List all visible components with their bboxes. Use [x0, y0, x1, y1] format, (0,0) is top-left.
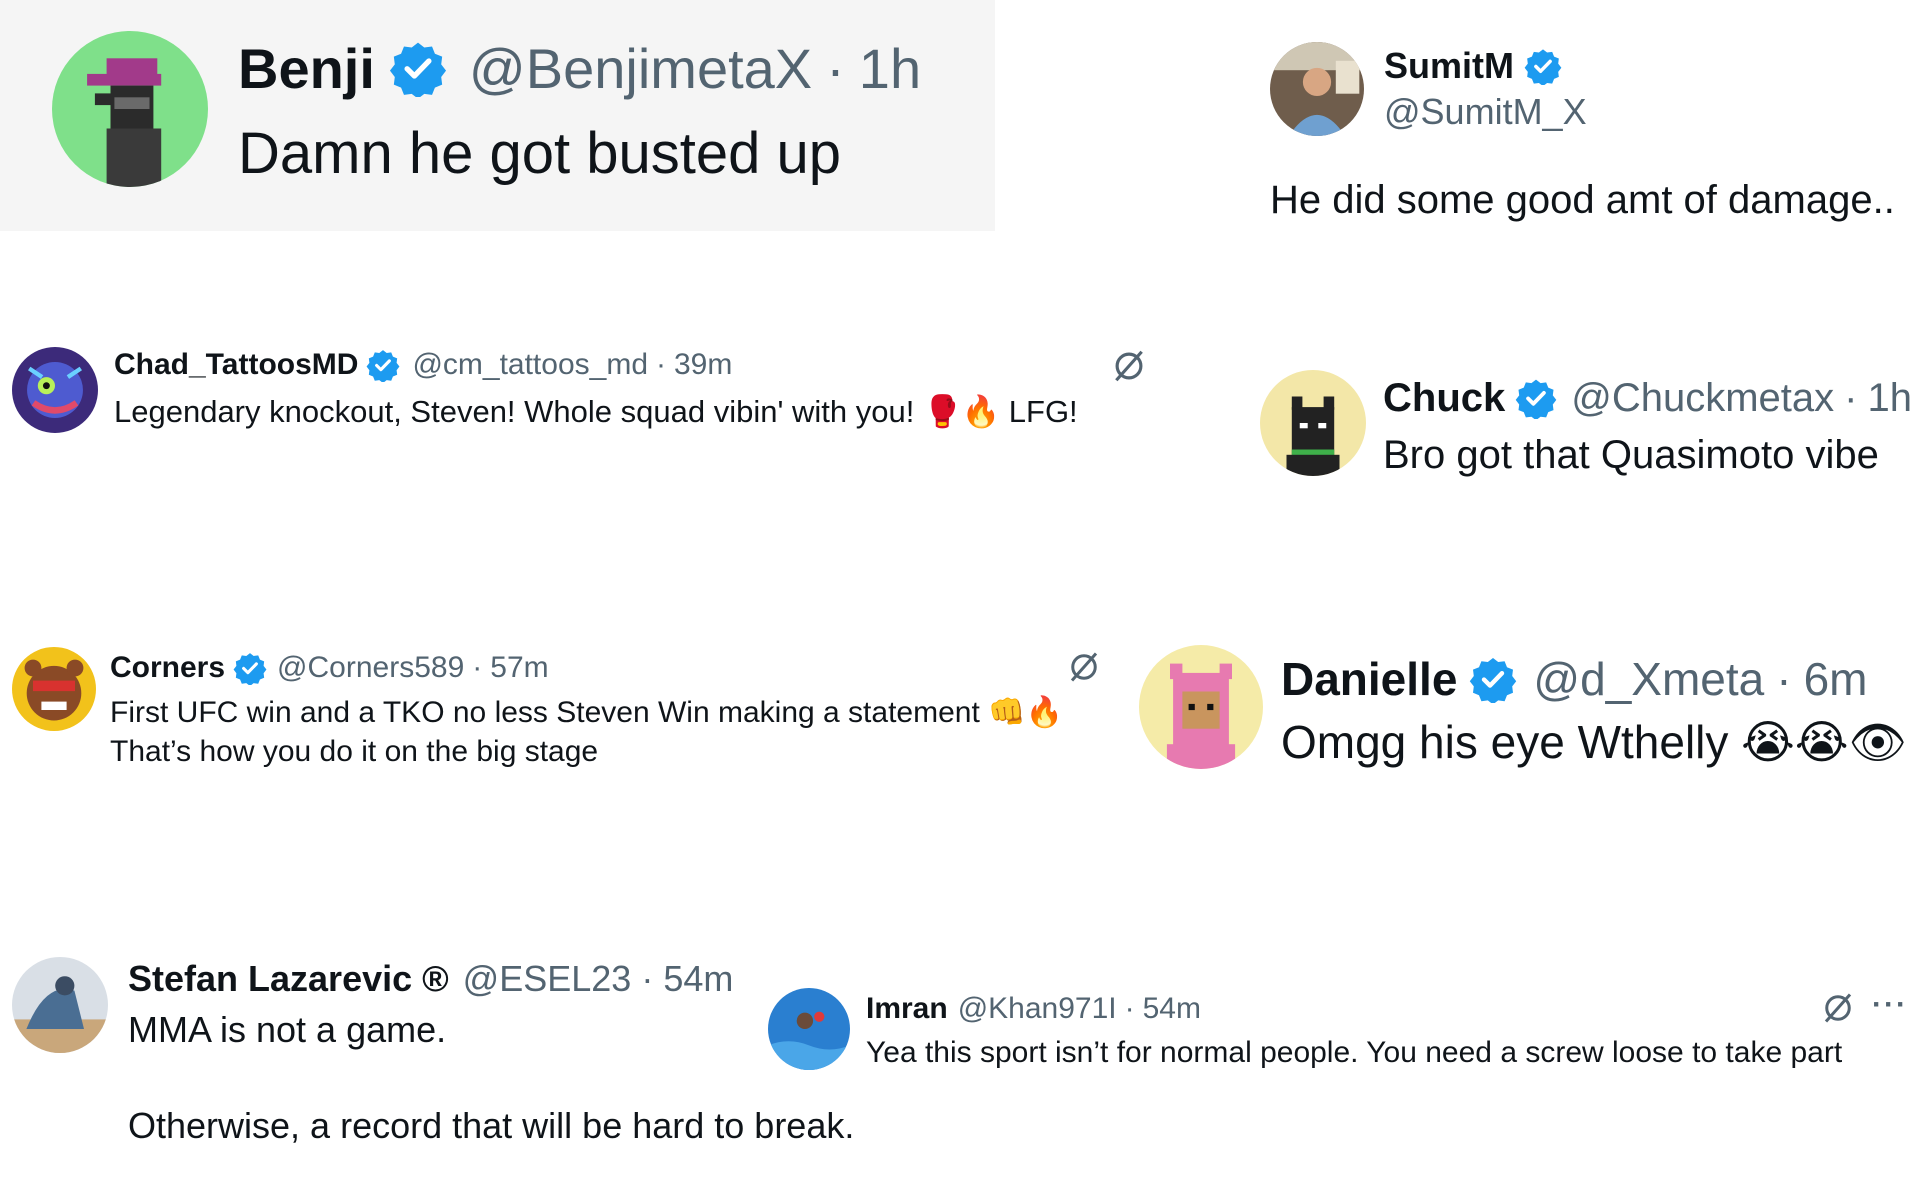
separator-dot: ·: [641, 958, 654, 999]
author-name[interactable]: Stefan Lazarevic ®: [128, 958, 449, 1000]
author-handle[interactable]: @SumitM_X: [1384, 91, 1587, 133]
author-row: Danielle @d_Xmeta · 6m: [1281, 653, 1867, 705]
reply-sumitm[interactable]: SumitM @SumitM_X He did some good amt of…: [1260, 30, 1920, 240]
author-row: Benji @BenjimetaX · 1h: [238, 36, 921, 100]
timestamp[interactable]: 54m: [1143, 992, 1201, 1026]
photo-avatar[interactable]: [12, 957, 108, 1053]
reply-text-line-1: First UFC win and a TKO no less Steven W…: [110, 696, 1063, 729]
reply-text: Omgg his eye Wthelly 😭😭👁: [1281, 716, 1908, 768]
reply-text: Bro got that Quasimoto vibe: [1383, 433, 1879, 477]
reply-text: Legendary knockout, Steven! Whole squad …: [114, 394, 1078, 429]
reply-text-line-1: MMA is not a game.: [128, 1009, 447, 1050]
photo-avatar[interactable]: [1270, 42, 1364, 136]
author-handle-row: @SumitM_X: [1384, 91, 1587, 133]
pool-photo-avatar[interactable]: [768, 988, 850, 1070]
verified-badge-icon: [366, 348, 400, 382]
grok-icon[interactable]: [1820, 990, 1856, 1026]
separator-dot: ·: [1844, 375, 1858, 420]
author-name[interactable]: Danielle: [1281, 652, 1457, 706]
separator-dot: ·: [826, 36, 845, 100]
verified-badge-icon: [389, 39, 447, 97]
author-row: Chuck @Chuckmetax · 1h: [1383, 375, 1912, 421]
reply-text: Damn he got busted up: [238, 121, 841, 186]
reply-chad-tattoosmd[interactable]: Chad_TattoosMD @cm_tattoos_md · 39m Lege…: [0, 335, 1180, 465]
author-handle[interactable]: @cm_tattoos_md: [412, 348, 648, 382]
reply-corners[interactable]: Corners @Corners589 · 57m First UFC win …: [0, 635, 1135, 785]
timestamp[interactable]: 39m: [674, 348, 732, 382]
timestamp[interactable]: 1h: [859, 36, 921, 101]
grok-icon[interactable]: [1066, 649, 1102, 685]
bear-mask-avatar[interactable]: [12, 647, 96, 731]
reply-text: Yea this sport isn’t for normal people. …: [866, 1036, 1843, 1069]
grok-icon[interactable]: [1110, 347, 1148, 385]
reply-danielle[interactable]: Danielle @d_Xmeta · 6m Omgg his eye Wthe…: [1135, 645, 1920, 795]
author-name[interactable]: Imran: [866, 992, 948, 1026]
verified-badge-icon: [233, 651, 267, 685]
reply-text-line-2: Otherwise, a record that will be hard to…: [128, 1105, 855, 1146]
separator-dot: ·: [1776, 653, 1792, 705]
monster-avatar[interactable]: [12, 347, 98, 433]
timestamp[interactable]: 1h: [1868, 376, 1913, 421]
author-handle[interactable]: @ESEL23: [463, 958, 632, 1000]
author-handle[interactable]: @Khan971I: [958, 992, 1117, 1026]
author-name[interactable]: Chad_TattoosMD: [114, 348, 358, 382]
reply-text-line-2: That’s how you do it on the big stage: [110, 735, 599, 768]
author-handle[interactable]: @Chuckmetax: [1571, 376, 1834, 421]
reply-text: He did some good amt of damage..: [1270, 178, 1895, 222]
author-handle[interactable]: @d_Xmeta: [1533, 652, 1764, 706]
author-name[interactable]: SumitM: [1384, 45, 1514, 87]
author-handle[interactable]: @BenjimetaX: [469, 36, 812, 101]
timestamp[interactable]: 57m: [490, 651, 548, 685]
reply-imran[interactable]: Imran @Khan971I · 54m ··· Yea this sport…: [760, 980, 1920, 1090]
author-name[interactable]: Chuck: [1383, 376, 1505, 421]
author-name[interactable]: Benji: [238, 36, 375, 101]
reply-benji[interactable]: Benji @BenjimetaX · 1h Damn he got buste…: [0, 0, 995, 231]
verified-badge-icon: [1515, 377, 1557, 419]
separator-dot: ·: [656, 348, 666, 381]
author-handle[interactable]: @Corners589: [277, 651, 464, 685]
verified-badge-icon: [1469, 655, 1517, 703]
pixel-cat-avatar[interactable]: [1260, 370, 1366, 476]
author-row: Imran @Khan971I · 54m: [866, 990, 1201, 1028]
author-row: Stefan Lazarevic ® @ESEL23 · 54m: [128, 957, 733, 1001]
author-name[interactable]: Corners: [110, 651, 225, 685]
author-row: SumitM: [1384, 45, 1562, 87]
timestamp[interactable]: 6m: [1804, 652, 1868, 706]
timestamp[interactable]: 54m: [663, 958, 733, 1000]
pixel-punk-avatar[interactable]: [52, 31, 208, 187]
pink-hood-avatar[interactable]: [1139, 645, 1263, 769]
reply-chuck[interactable]: Chuck @Chuckmetax · 1h Bro got that Quas…: [1255, 365, 1920, 505]
reply-stefan-lazarevic[interactable]: Stefan Lazarevic ® @ESEL23 · 54m MMA is …: [0, 945, 854, 1160]
author-row: Chad_TattoosMD @cm_tattoos_md · 39m: [114, 345, 732, 385]
separator-dot: ·: [472, 651, 483, 684]
more-options-icon[interactable]: ···: [1872, 988, 1908, 1022]
separator-dot: ·: [1124, 992, 1135, 1025]
author-row: Corners @Corners589 · 57m: [110, 648, 549, 688]
verified-badge-icon: [1524, 47, 1562, 85]
